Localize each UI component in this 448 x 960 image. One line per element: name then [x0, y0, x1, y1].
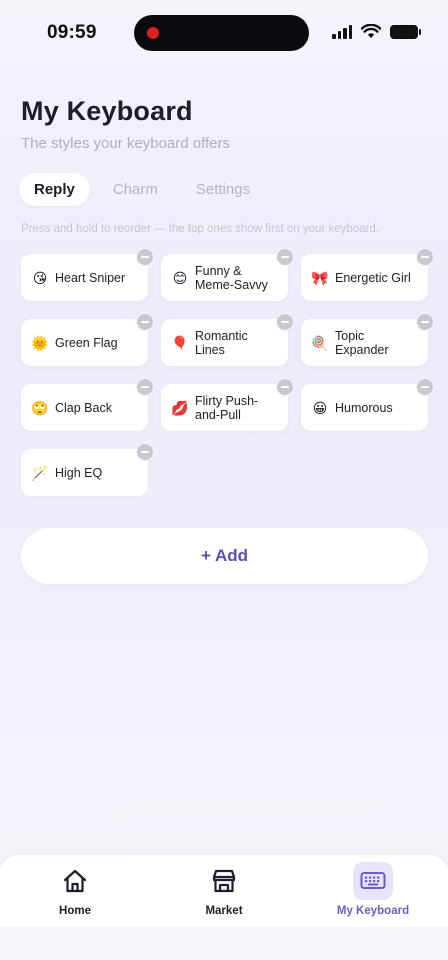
style-card-funny-meme-savvy[interactable]: 😊 Funny & Meme-Savvy	[161, 248, 294, 301]
minus-icon	[421, 321, 429, 323]
style-card-label: High EQ	[55, 465, 103, 480]
kissing-face-icon: 😘	[32, 269, 48, 286]
dynamic-island	[134, 15, 309, 51]
style-card-heart-sniper[interactable]: 😘 Heart Sniper	[21, 248, 154, 301]
status-bar: 09:59	[0, 0, 448, 64]
lips-icon: 💋	[171, 399, 189, 416]
balloon-icon: 🎈	[171, 334, 189, 351]
ribbon-bow-icon: 🎀	[311, 269, 329, 286]
bottom-nav: Home Market My Keyboard	[0, 855, 448, 927]
nav-label: My Keyboard	[336, 905, 410, 917]
recording-dot-icon	[147, 27, 159, 39]
sun-icon: 🌞	[31, 334, 49, 351]
style-card-label: Heart Sniper	[55, 270, 126, 285]
page-subtitle: The styles your keyboard offers	[21, 135, 230, 152]
magic-wand-icon: 🪄	[31, 464, 49, 481]
style-card-humorous[interactable]: 😀 Humorous	[301, 378, 434, 431]
home-icon	[55, 862, 95, 900]
minus-icon	[141, 321, 149, 323]
tab-settings[interactable]: Settings	[181, 173, 265, 206]
minus-icon	[421, 386, 429, 388]
remove-style-button[interactable]	[136, 378, 154, 396]
remove-style-button[interactable]	[136, 443, 154, 461]
remove-style-button[interactable]	[136, 248, 154, 266]
style-card-green-flag[interactable]: 🌞 Green Flag	[21, 313, 154, 366]
store-icon	[204, 862, 244, 900]
add-style-button[interactable]: + Add	[21, 528, 428, 584]
remove-style-button[interactable]	[416, 378, 434, 396]
style-card-high-eq[interactable]: 🪄 High EQ	[21, 443, 154, 496]
style-card-label: Funny & Meme-Savvy	[195, 263, 268, 292]
status-time: 09:59	[47, 22, 97, 43]
nav-item-my-keyboard[interactable]: My Keyboard	[313, 855, 433, 927]
nav-item-market[interactable]: Market	[164, 855, 284, 927]
remove-style-button[interactable]	[416, 248, 434, 266]
style-card-label: Romantic Lines	[195, 328, 248, 357]
tab-reply[interactable]: Reply	[19, 173, 90, 206]
style-card-label: Energetic Girl	[335, 270, 411, 285]
reorder-hint: Press and hold to reorder — the top ones…	[21, 223, 379, 235]
grinning-face-icon: 😀	[312, 399, 328, 416]
style-card-label: Topic Expander	[335, 328, 389, 357]
wifi-icon	[361, 24, 381, 38]
battery-icon	[390, 24, 421, 39]
style-card-label: Clap Back	[55, 400, 112, 415]
smiling-face-icon: 😊	[172, 269, 188, 286]
signal-icon	[332, 24, 352, 39]
minus-icon	[281, 321, 289, 323]
minus-icon	[281, 386, 289, 388]
style-card-label: Humorous	[335, 400, 393, 415]
remove-style-button[interactable]	[136, 313, 154, 331]
remove-style-button[interactable]	[276, 378, 294, 396]
style-card-label: Green Flag	[55, 335, 118, 350]
style-card-flirty-push-and-pull[interactable]: 💋 Flirty Push-and-Pull	[161, 378, 294, 431]
style-card-topic-expander[interactable]: 🍭 Topic Expander	[301, 313, 434, 366]
style-card-romantic-lines[interactable]: 🎈 Romantic Lines	[161, 313, 294, 366]
nav-item-home[interactable]: Home	[15, 855, 135, 927]
remove-style-button[interactable]	[276, 313, 294, 331]
minus-icon	[141, 451, 149, 453]
keyboard-icon	[353, 862, 393, 900]
style-card-clap-back[interactable]: 🙄 Clap Back	[21, 378, 154, 431]
minus-icon	[281, 256, 289, 258]
style-card-label: Flirty Push-and-Pull	[195, 393, 259, 422]
remove-style-button[interactable]	[276, 248, 294, 266]
eye-roll-face-icon: 🙄	[31, 399, 49, 416]
minus-icon	[141, 386, 149, 388]
tab-bar: Reply Charm Settings	[19, 173, 273, 206]
status-icons	[332, 24, 421, 39]
nav-label: Home	[59, 905, 91, 917]
tab-charm[interactable]: Charm	[98, 173, 173, 206]
page-title: My Keyboard	[21, 96, 193, 126]
home-indicator-area	[0, 927, 448, 960]
style-card-energetic-girl[interactable]: 🎀 Energetic Girl	[301, 248, 434, 301]
minus-icon	[141, 256, 149, 258]
remove-style-button[interactable]	[416, 313, 434, 331]
lollipop-icon: 🍭	[311, 334, 329, 351]
minus-icon	[421, 256, 429, 258]
nav-label: Market	[205, 905, 243, 917]
